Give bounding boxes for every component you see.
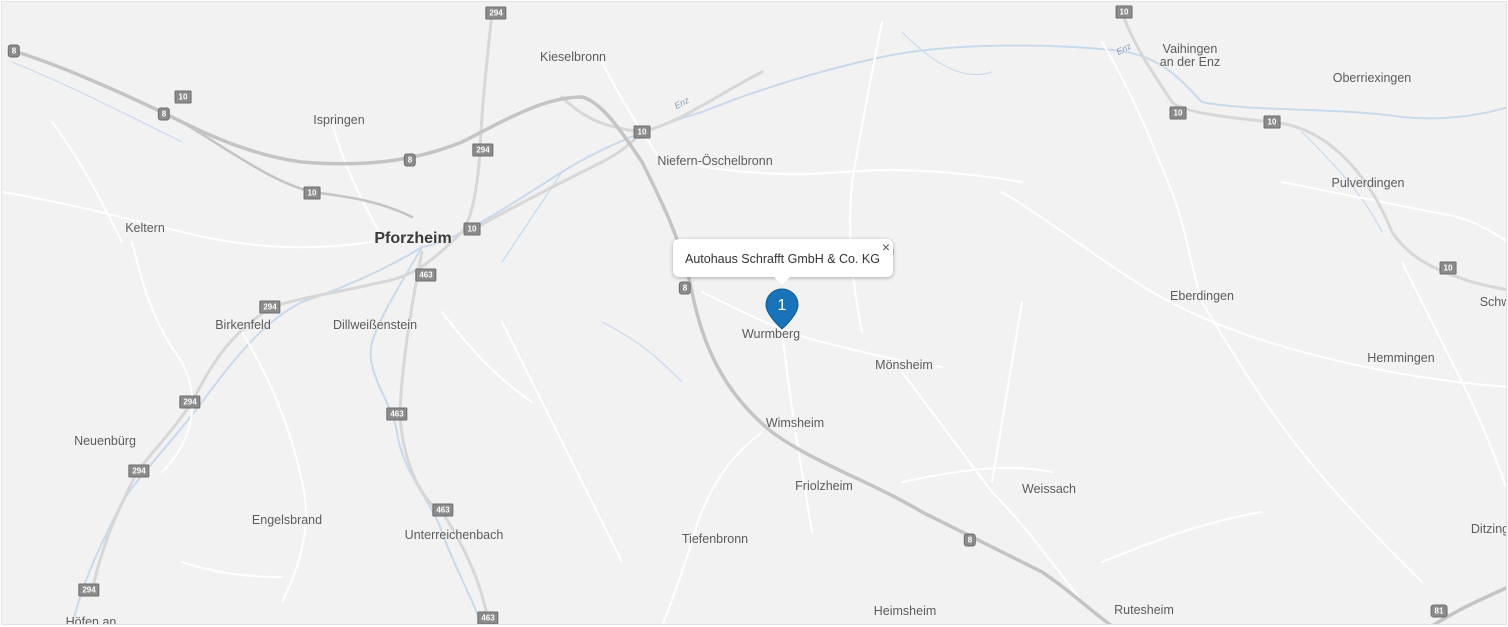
place-label-eberdingen: Eberdingen: [1170, 288, 1234, 303]
map-canvas[interactable]: Enz Enz 294 294 294 294 294 294 8 8 8 8 …: [1, 1, 1507, 625]
road-shield-b294: 294: [259, 300, 281, 314]
road-shield-b463: 463: [477, 611, 499, 624]
road-shield-b10: 10: [1115, 5, 1133, 19]
place-label-moensheim: Mönsheim: [875, 357, 933, 372]
road-shield-a8: 8: [157, 107, 171, 121]
road-shield-b294: 294: [128, 464, 150, 478]
place-label-unterreichenbach: Unterreichenbach: [404, 527, 504, 542]
road-shield-b10: 10: [303, 186, 321, 200]
place-label-ditzingen: Ditzing: [1470, 521, 1507, 536]
road-b10-mid: [470, 130, 644, 232]
place-label-vaihingen-line1: Vaihingen: [1162, 42, 1218, 56]
road-shield-b10: 10: [174, 90, 192, 104]
road-shield-b10: 10: [1263, 115, 1281, 129]
road-shield-a81: 81: [1430, 604, 1448, 618]
road-shield-b10: 10: [633, 125, 651, 139]
place-label-neuenbuerg: Neuenbürg: [74, 433, 136, 448]
place-label-schwieberdingen: Schw: [1479, 294, 1506, 309]
road-shield-a8: 8: [678, 281, 692, 295]
place-label-hoefen: Höfen an: [65, 614, 117, 625]
road-shield-a8: 8: [963, 533, 977, 547]
motorway-a8: [8, 48, 1113, 624]
place-label-engelsbrand: Engelsbrand: [251, 512, 323, 527]
road-shield-b463: 463: [415, 268, 437, 282]
place-label-oberriexingen: Oberriexingen: [1332, 70, 1412, 85]
info-window: Autohaus Schrafft GmbH & Co. KG ×: [673, 239, 893, 285]
road-shield-a8: 8: [7, 44, 21, 58]
place-label-pulverdingen: Pulverdingen: [1331, 175, 1405, 190]
place-label-keltern: Keltern: [125, 220, 165, 235]
road-shield-b463: 463: [386, 407, 408, 421]
info-window-title: Autohaus Schrafft GmbH & Co. KG: [685, 252, 880, 266]
close-icon[interactable]: ×: [882, 240, 890, 254]
river-nagold: [369, 246, 483, 624]
place-label-weissach: Weissach: [1022, 481, 1076, 496]
road-shield-b294: 294: [485, 6, 507, 20]
map-marker-number: 1: [777, 297, 787, 314]
road-shield-b463: 463: [432, 503, 454, 517]
place-label-wimsheim: Wimsheim: [765, 415, 825, 430]
road-shield-b294: 294: [472, 143, 494, 157]
map-marker-pin[interactable]: 1: [765, 288, 799, 330]
place-label-birkenfeld: Birkenfeld: [215, 317, 271, 332]
map-base-layer: [2, 10, 1506, 624]
road-shield-b294: 294: [179, 395, 201, 409]
place-label-vaihingen-line2: an der Enz: [1159, 55, 1221, 69]
road-shield-b10: 10: [1169, 106, 1187, 120]
road-b294-north: [460, 10, 494, 234]
place-label-heimsheim: Heimsheim: [873, 603, 937, 618]
place-label-tiefenbronn: Tiefenbronn: [681, 531, 749, 546]
place-label-niefern-oeschelbronn: Niefern-Öschelbronn: [657, 153, 773, 168]
road-shield-b10: 10: [463, 222, 481, 236]
place-label-hemmingen: Hemmingen: [1367, 350, 1435, 365]
place-label-ispringen: Ispringen: [313, 112, 365, 127]
place-label-kieselbronn: Kieselbronn: [539, 49, 607, 64]
road-shield-b10: 10: [1439, 261, 1457, 275]
place-label-pforzheim: Pforzheim: [374, 230, 452, 247]
place-label-friolzheim: Friolzheim: [795, 478, 853, 493]
road-b463: [398, 250, 491, 624]
place-label-rutesheim: Rutesheim: [1114, 602, 1174, 617]
road-shield-b294: 294: [78, 583, 100, 597]
road-shield-a8: 8: [403, 153, 417, 167]
place-label-vaihingen: Vaihingen an der Enz: [1160, 43, 1220, 69]
place-label-dillweissenstein: Dillweißenstein: [332, 317, 418, 332]
